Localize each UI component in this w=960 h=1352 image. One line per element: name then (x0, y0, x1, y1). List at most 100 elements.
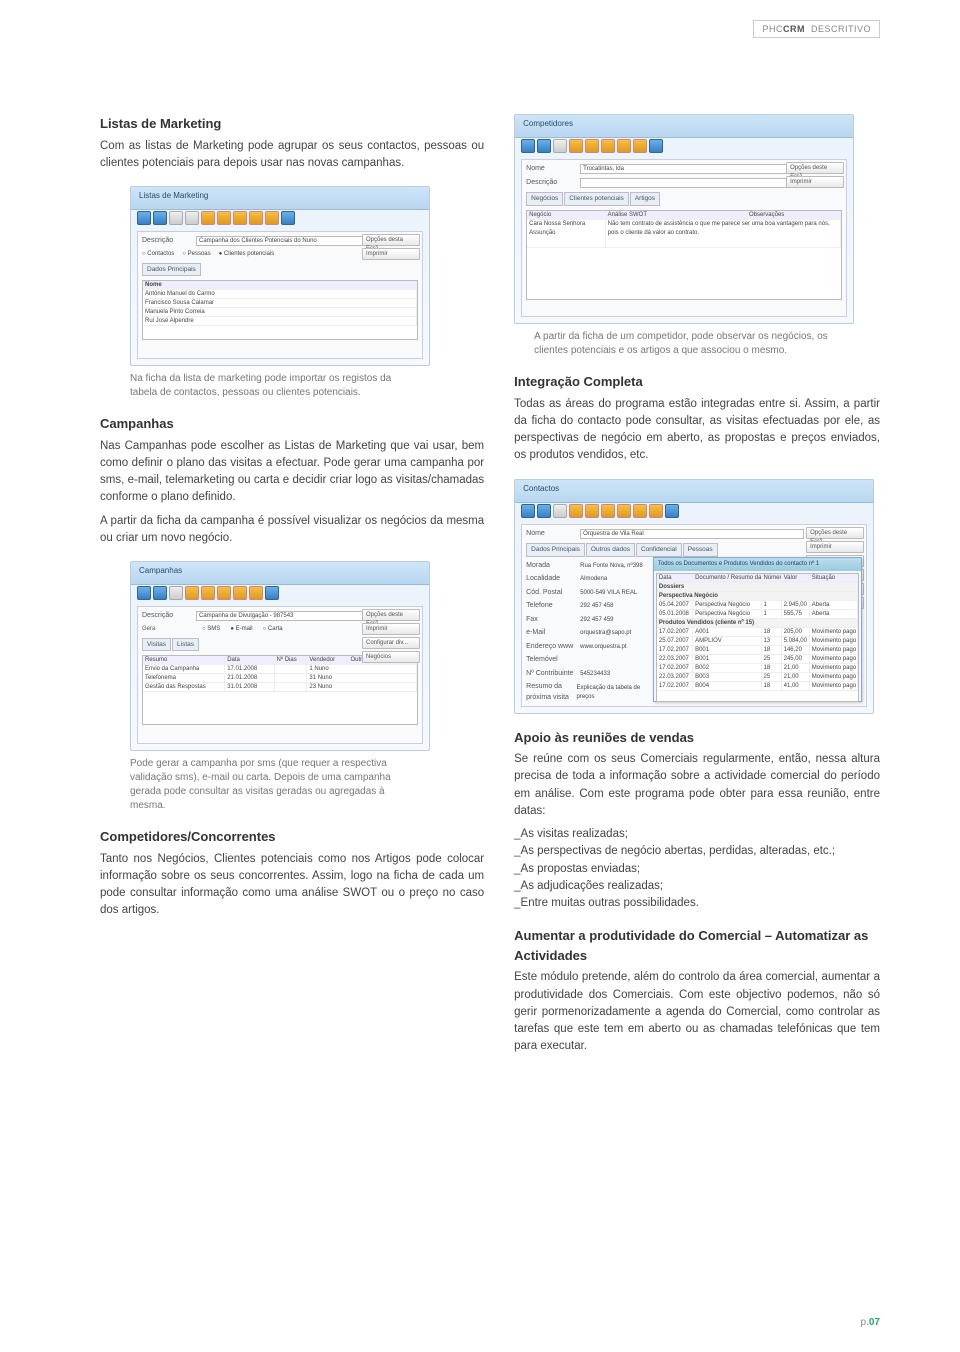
toolbar-icon[interactable] (169, 211, 183, 225)
bullet: As adjudicações realizadas; (514, 878, 880, 895)
toolbar-icon[interactable] (153, 586, 167, 600)
section-produtividade-title: Aumentar a produtividade do Comercial – … (514, 926, 880, 965)
toolbar-icon[interactable] (233, 211, 247, 225)
side-btn[interactable]: Imprimir (362, 623, 420, 635)
screenshot-campanhas: Campanhas Opções deste Ecrã Imprimir Con… (130, 561, 430, 751)
data-grid[interactable]: Nome António Manuel do Carmo Francisco S… (142, 280, 418, 340)
window-toolbar (521, 504, 867, 520)
brand-bold: CRM (783, 24, 805, 34)
tab[interactable]: Outros dados (586, 543, 635, 557)
field-label: Descrição (142, 611, 192, 622)
toolbar-icon[interactable] (137, 211, 151, 225)
side-btn[interactable]: Opções deste Ecrã (806, 527, 864, 539)
toolbar-icon[interactable] (649, 139, 663, 153)
section-apoio-body: Se reúne com os seus Comerciais regularm… (514, 751, 880, 820)
section-produtividade-body: Este módulo pretende, além do controlo d… (514, 969, 880, 1055)
bullet: As propostas enviadas; (514, 861, 880, 878)
toolbar-icon[interactable] (617, 504, 631, 518)
toolbar-icon[interactable] (537, 504, 551, 518)
toolbar-icon[interactable] (553, 139, 567, 153)
window-body: Opções desta Ecrã Imprimir DescriçãoCamp… (137, 231, 423, 359)
toolbar-icon[interactable] (249, 211, 263, 225)
data-grid[interactable]: Negócio Análise SWOT Observações Cara No… (526, 210, 842, 300)
tab[interactable]: Dados Principais (526, 543, 585, 557)
toolbar-icon[interactable] (633, 139, 647, 153)
side-btn[interactable]: Imprimir (362, 248, 420, 260)
tab[interactable]: Clientes potenciais (564, 192, 629, 206)
radio-opt[interactable]: ○ Contactos (142, 250, 174, 259)
radio-opt[interactable]: ○ Pessoas (182, 250, 210, 259)
apoio-bullets: As visitas realizadas; As perspectivas d… (514, 826, 880, 912)
toolbar-icon[interactable] (601, 139, 615, 153)
side-btn[interactable]: Negócios (362, 651, 420, 663)
toolbar-icon[interactable] (249, 586, 263, 600)
window-title: Contactos (523, 483, 559, 495)
page-number: p.07 (861, 1317, 880, 1328)
toolbar-icon[interactable] (217, 586, 231, 600)
toolbar-icon[interactable] (537, 139, 551, 153)
side-buttons: Opções deste Ecrã Imprimir (786, 162, 844, 188)
section-campanhas-p2: A partir da ficha da campanha é possível… (100, 513, 484, 548)
bullet: As perspectivas de negócio abertas, perd… (514, 843, 880, 860)
window-toolbar (137, 586, 423, 602)
caption-campanhas: Pode gerar a campanha por sms (que reque… (130, 757, 410, 813)
toolbar-icon[interactable] (169, 586, 183, 600)
side-btn[interactable]: Imprimir (806, 541, 864, 553)
side-btn[interactable]: Opções desta Ecrã (362, 234, 420, 246)
radio-opt[interactable]: ● Clientes potenciais (219, 250, 275, 259)
gera-label: Gera (142, 625, 192, 634)
name-input[interactable]: Orquestra de Vila Real (580, 529, 804, 539)
right-column: Competidores Opções deste Ecrã Imprimir … (514, 100, 880, 1062)
caption-competidores: A partir da ficha de um competidor, pode… (534, 330, 834, 358)
toolbar-icon[interactable] (553, 504, 567, 518)
side-btn[interactable]: Opções deste Ecrã (362, 609, 420, 621)
toolbar-icon[interactable] (265, 211, 279, 225)
section-campanhas-title: Campanhas (100, 414, 484, 434)
toolbar-icon[interactable] (585, 139, 599, 153)
section-campanhas-p1: Nas Campanhas pode escolher as Listas de… (100, 438, 484, 507)
toolbar-icon[interactable] (137, 586, 151, 600)
field-label: Descrição (526, 178, 576, 189)
side-btn[interactable]: Imprimir (786, 176, 844, 188)
tab[interactable]: Listas (172, 638, 199, 652)
tab[interactable]: Visitas (142, 638, 171, 652)
radio-opt[interactable]: ○ SMS (202, 625, 220, 634)
toolbar-icon[interactable] (185, 586, 199, 600)
side-buttons: Opções deste Ecrã Imprimir Configurar di… (362, 609, 420, 663)
toolbar-icon[interactable] (201, 211, 215, 225)
toolbar-icon[interactable] (233, 586, 247, 600)
toolbar-icon[interactable] (569, 139, 583, 153)
tab[interactable]: Artigos (630, 192, 660, 206)
toolbar-icon[interactable] (217, 211, 231, 225)
side-btn[interactable]: Opções deste Ecrã (786, 162, 844, 174)
toolbar-icon[interactable] (633, 504, 647, 518)
toolbar-icon[interactable] (665, 504, 679, 518)
toolbar-icon[interactable] (617, 139, 631, 153)
overlay-title: Todos os Documentos e Produtos Vendidos … (654, 558, 861, 571)
toolbar-icon[interactable] (601, 504, 615, 518)
toolbar-icon[interactable] (585, 504, 599, 518)
tab[interactable]: Pessoas (683, 543, 718, 557)
brand-suffix: DESCRITIVO (811, 24, 871, 34)
window-body: Opções deste Ecrã Imprimir NomeTrocatint… (521, 159, 847, 317)
radio-opt[interactable]: ● E-mail (230, 625, 252, 634)
toolbar-icon[interactable] (281, 211, 295, 225)
toolbar-icon[interactable] (265, 586, 279, 600)
toolbar-icon[interactable] (185, 211, 199, 225)
radio-opt[interactable]: ○ Carta (263, 625, 283, 634)
side-btn[interactable]: Configurar div... (362, 637, 420, 649)
toolbar-icon[interactable] (649, 504, 663, 518)
section-integracao-body: Todas as áreas do programa estão integra… (514, 396, 880, 465)
data-grid[interactable]: Resumo Data Nº Dias Vendedor Outros Dado… (142, 655, 418, 725)
left-column: Listas de Marketing Com as listas de Mar… (100, 100, 484, 1062)
tab[interactable]: Confidencial (636, 543, 682, 557)
caption-listas: Na ficha da lista de marketing pode impo… (130, 372, 410, 400)
toolbar-icon[interactable] (521, 504, 535, 518)
screenshot-listas-marketing: Listas de Marketing Opções desta Ecrã Im… (130, 186, 430, 366)
toolbar-icon[interactable] (153, 211, 167, 225)
toolbar-icon[interactable] (521, 139, 535, 153)
toolbar-icon[interactable] (569, 504, 583, 518)
tab[interactable]: Negócios (526, 192, 563, 206)
tab[interactable]: Dados Principais (142, 263, 201, 277)
toolbar-icon[interactable] (201, 586, 215, 600)
